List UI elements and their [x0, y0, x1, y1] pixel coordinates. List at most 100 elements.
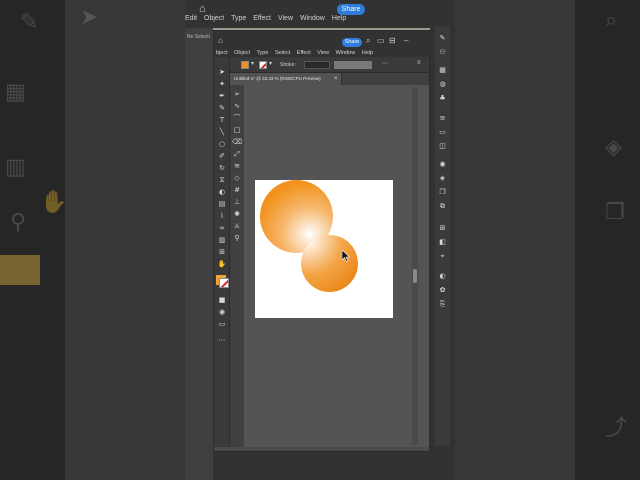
transform-icon[interactable]: ⌖ — [438, 252, 447, 261]
stroke-label: Stroke: — [280, 62, 296, 68]
menu-window[interactable]: Window — [336, 50, 356, 56]
width-tool-icon[interactable]: ⧖ — [216, 175, 228, 185]
blur-swatch — [0, 255, 40, 285]
stroke-panel-icon[interactable]: ≡ — [438, 114, 447, 123]
artboards-icon[interactable]: ❐ — [438, 188, 447, 197]
measure-tool-icon[interactable]: ⊥ — [231, 197, 243, 207]
menu-help[interactable]: Help — [362, 50, 373, 56]
options-icon[interactable]: ⋯ — [382, 60, 388, 67]
symbols-icon[interactable]: ✿ — [438, 286, 447, 295]
menu-view[interactable]: View — [278, 15, 293, 22]
hand-tool-icon[interactable]: ✋ — [216, 259, 228, 269]
blur-arrow-icon: ➤ — [80, 5, 99, 30]
color-mode-icon[interactable]: ■ — [216, 295, 228, 305]
appearance-icon[interactable]: ◉ — [438, 160, 447, 169]
menu-select[interactable]: Select — [275, 50, 290, 56]
opacity-field[interactable] — [334, 61, 372, 69]
close-tab-icon[interactable]: × — [334, 73, 338, 85]
arrange-documents-icon[interactable]: ⊟ — [389, 36, 396, 45]
stroke-color-swatch[interactable] — [259, 61, 267, 69]
warp-tool-icon[interactable]: ≋ — [231, 161, 243, 171]
minimize-icon[interactable]: – — [404, 36, 408, 45]
share-button[interactable]: Share — [342, 38, 362, 47]
ellipse-tool-icon[interactable]: ○ — [216, 139, 228, 149]
window-menubar: ⌂ Share ⌕ ▭ ⊟ – bject Object Type Select… — [214, 31, 429, 57]
menu-view[interactable]: View — [317, 50, 329, 56]
blur-tool-icon: ✎ — [20, 10, 39, 35]
magic-wand-icon[interactable]: ✦ — [216, 79, 228, 89]
curvature-tool-icon[interactable]: ⌒ — [231, 113, 243, 123]
pen-tool-icon[interactable]: ✒ — [216, 91, 228, 101]
lasso-tool-icon[interactable]: ∿ — [231, 101, 243, 111]
graphic-styles-icon[interactable]: ◐ — [438, 272, 447, 281]
stroke-color-indicator[interactable] — [219, 278, 229, 288]
panel-menu-icon[interactable]: ≡ — [417, 60, 421, 66]
home-icon[interactable]: ⌂ — [199, 3, 206, 15]
background-menubar: ⌂ Edit Object Type Effect View Window He… — [185, 0, 455, 28]
color-icon[interactable]: ◍ — [438, 80, 447, 89]
pathfinder-icon[interactable]: ◧ — [438, 238, 447, 247]
graph-tool-icon[interactable]: ▥ — [216, 235, 228, 245]
type-tool-icon[interactable]: T — [216, 115, 228, 125]
menu-object[interactable]: Object — [234, 50, 250, 56]
mesh-tool-icon[interactable]: # — [231, 185, 243, 195]
menu-effect[interactable]: Effect — [253, 15, 271, 22]
slice-tool-icon[interactable]: ⚔ — [231, 221, 243, 231]
home-icon[interactable]: ⌂ — [218, 36, 223, 45]
eraser-tool-icon[interactable]: ⌫ — [231, 137, 243, 147]
draw-mode-icon[interactable]: ◉ — [216, 307, 228, 317]
eyedropper-icon[interactable]: ⌇ — [216, 211, 228, 221]
scale-tool-icon[interactable]: ⤢ — [231, 149, 243, 159]
document-tab[interactable]: Untitled-1* @ 33.33 % (RGB/CPU Preview) — [230, 73, 342, 85]
learn-icon[interactable]: ✎ — [438, 34, 447, 43]
layers-icon[interactable]: ◈ — [438, 174, 447, 183]
blur-grid-icon: ▦ — [5, 80, 26, 105]
menu-select-partial[interactable]: bject — [216, 50, 228, 56]
search-icon[interactable]: ⌕ — [366, 36, 370, 46]
brush-tool-icon[interactable]: ✐ — [216, 151, 228, 161]
menu-window[interactable]: Window — [300, 15, 325, 22]
blend-tool-icon[interactable]: ∞ — [216, 223, 228, 233]
chevron-down-icon[interactable]: ▾ — [269, 60, 272, 67]
scrollbar-thumb[interactable] — [413, 269, 417, 283]
line-tool-icon[interactable]: ╲ — [216, 127, 228, 137]
zoom-tool-icon[interactable]: ⚲ — [231, 233, 243, 243]
menu-help[interactable]: Help — [332, 15, 346, 22]
blur-copy-icon: ❐ — [605, 200, 625, 225]
links-icon[interactable]: ⎘ — [438, 300, 447, 309]
menu-edit[interactable]: Edit — [185, 15, 197, 22]
chevron-down-icon[interactable]: ▾ — [251, 60, 254, 67]
align-icon[interactable]: ⊞ — [438, 224, 447, 233]
menu-type[interactable]: Type — [231, 15, 246, 22]
asset-export-icon[interactable]: ⧉ — [438, 202, 447, 211]
fill-color-swatch[interactable] — [241, 61, 249, 69]
panel-toggle-icon[interactable]: ▭ — [377, 36, 385, 45]
gradient-tool-icon[interactable]: ▤ — [216, 199, 228, 209]
shape-builder-icon[interactable]: ◐ — [216, 187, 228, 197]
artboard-tool-icon[interactable]: ⊞ — [216, 247, 228, 257]
libraries-icon[interactable]: ⚇ — [438, 48, 447, 57]
symbol-sprayer-icon[interactable]: ✺ — [231, 209, 243, 219]
stroke-weight-field[interactable] — [304, 61, 330, 69]
illustrator-app: ⌂ Edit Object Type Effect View Window He… — [185, 0, 455, 480]
menu-object[interactable]: Object — [204, 15, 224, 22]
selection-tool-icon[interactable]: ➤ — [216, 67, 228, 77]
menu-effect[interactable]: Effect — [297, 50, 311, 56]
pencil-tool-icon[interactable]: ✎ — [216, 103, 228, 113]
rectangle-tool-icon[interactable]: □ — [231, 125, 243, 135]
properties-icon[interactable]: ▦ — [438, 66, 447, 75]
transparency-icon[interactable]: ◫ — [438, 142, 447, 151]
share-button-background[interactable]: Share — [337, 4, 365, 15]
menu-type[interactable]: Type — [257, 50, 269, 56]
screen-mode-icon[interactable]: ▭ — [216, 319, 228, 329]
vertical-scrollbar[interactable] — [412, 87, 418, 445]
gradient-circle-small[interactable] — [301, 235, 358, 292]
direct-selection-icon[interactable]: ➢ — [231, 89, 243, 99]
gradient-panel-icon[interactable]: ▭ — [438, 128, 447, 137]
document-tab-title: Untitled-1* @ 33.33 % (RGB/CPU Preview) — [234, 76, 321, 81]
swatches-icon[interactable]: ♣ — [438, 94, 447, 103]
perspective-icon[interactable]: ◇ — [231, 173, 243, 183]
blur-chart-icon: ▥ — [5, 155, 26, 180]
rotate-tool-icon[interactable]: ↻ — [216, 163, 228, 173]
more-tools-icon[interactable]: ⋯ — [216, 335, 228, 345]
